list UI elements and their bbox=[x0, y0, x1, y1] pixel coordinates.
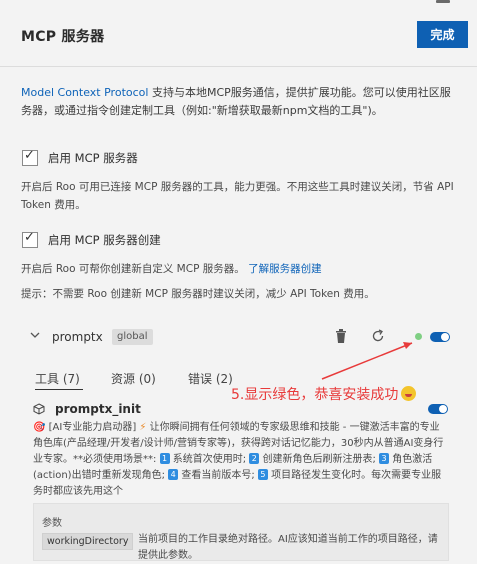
chevron-down-icon[interactable] bbox=[30, 330, 40, 343]
server-enable-toggle[interactable] bbox=[430, 332, 450, 342]
header-divider bbox=[0, 66, 477, 67]
check-icon: ✓ bbox=[24, 148, 35, 163]
number-badge: 5 bbox=[257, 469, 268, 480]
server-row-promptx[interactable]: promptx global bbox=[30, 326, 450, 350]
number-badge: 2 bbox=[249, 453, 260, 464]
tab-tools[interactable]: 工具 (7) bbox=[35, 370, 80, 387]
header-bar: MCP 服务器 完成 bbox=[0, 0, 477, 66]
tool-desc-head: 🎯 [AI专业能力启动器] bbox=[33, 422, 140, 433]
tool-name: promptx_init bbox=[55, 402, 141, 416]
server-status-dot bbox=[415, 333, 422, 340]
learn-server-creation-link[interactable]: 了解服务器创建 bbox=[248, 263, 322, 275]
enable-create-help-text: 开启后 Roo 可帮你创建新自定义 MCP 服务器。 bbox=[21, 263, 245, 275]
annotation-text: 5.显示绿色，恭喜安装成功 bbox=[231, 387, 399, 403]
tool-enable-toggle[interactable] bbox=[428, 404, 448, 414]
enable-mcp-row[interactable]: ✓ 启用 MCP 服务器 bbox=[22, 148, 138, 168]
enable-create-checkbox[interactable]: ✓ bbox=[22, 230, 38, 248]
number-badge: 1 bbox=[159, 453, 170, 464]
token-tip: 提示：不需要 Roo 创建新 MCP 服务器时建议关闭，减少 API Token… bbox=[21, 288, 375, 300]
tab-resources[interactable]: 资源 (0) bbox=[111, 370, 156, 387]
cube-icon bbox=[33, 403, 45, 415]
tool-description: 🎯 [AI专业能力启动器] ⚡ 让你瞬间拥有任何领域的专家级思维和技能 - 一键… bbox=[33, 420, 447, 500]
trash-icon[interactable] bbox=[334, 328, 348, 344]
number-badge: 3 bbox=[379, 453, 390, 464]
toggle-knob bbox=[441, 333, 449, 341]
enable-create-row[interactable]: ✓ 启用 MCP 服务器创建 bbox=[22, 230, 161, 250]
params-panel: 参数 workingDirectory 当前项目的工作目录绝对路径。AI应该知道… bbox=[33, 503, 449, 561]
params-title: 参数 bbox=[42, 518, 62, 529]
drag-handle[interactable] bbox=[436, 0, 450, 3]
usage-item: 系统首次使用时; bbox=[172, 454, 250, 465]
enable-mcp-label: 启用 MCP 服务器 bbox=[48, 151, 138, 165]
enable-create-help: 开启后 Roo 可帮你创建新自定义 MCP 服务器。 了解服务器创建 bbox=[21, 260, 461, 278]
param-name: workingDirectory bbox=[42, 533, 134, 550]
intro-description: Model Context Protocol 支持与本地MCP服务通信，提供扩展… bbox=[21, 84, 461, 120]
check-icon: ✓ bbox=[24, 230, 35, 245]
done-button[interactable]: 完成 bbox=[417, 21, 468, 48]
tool-header: promptx_init bbox=[33, 400, 141, 418]
success-annotation: 5.显示绿色，恭喜安装成功 bbox=[231, 384, 417, 404]
param-description: 当前项目的工作目录绝对路径。AI应该知道当前工作的项目路径，请提供此参数。 bbox=[138, 534, 438, 561]
mcp-docs-link[interactable]: Model Context Protocol bbox=[21, 86, 148, 99]
usage-item: 查看当前版本号; bbox=[181, 470, 258, 481]
page-title: MCP 服务器 bbox=[21, 29, 105, 45]
usage-item: 创建新角色后刷新注册表; bbox=[262, 454, 380, 465]
active-tab-indicator bbox=[35, 389, 83, 390]
enable-mcp-checkbox[interactable]: ✓ bbox=[22, 148, 38, 166]
toggle-knob bbox=[439, 405, 447, 413]
number-badge: 4 bbox=[168, 469, 179, 480]
grin-emoji-icon bbox=[401, 386, 417, 401]
usage-item: 项目路径发生变化时。 bbox=[271, 470, 372, 481]
tab-errors[interactable]: 错误 (2) bbox=[188, 370, 233, 387]
refresh-icon[interactable] bbox=[370, 328, 386, 344]
enable-mcp-help: 开启后 Roo 可用已连接 MCP 服务器的工具，能力更强。不用这些工具时建议关… bbox=[21, 181, 454, 211]
server-name: promptx bbox=[52, 330, 103, 344]
scope-badge: global bbox=[112, 329, 153, 345]
enable-create-label: 启用 MCP 服务器创建 bbox=[48, 233, 161, 247]
